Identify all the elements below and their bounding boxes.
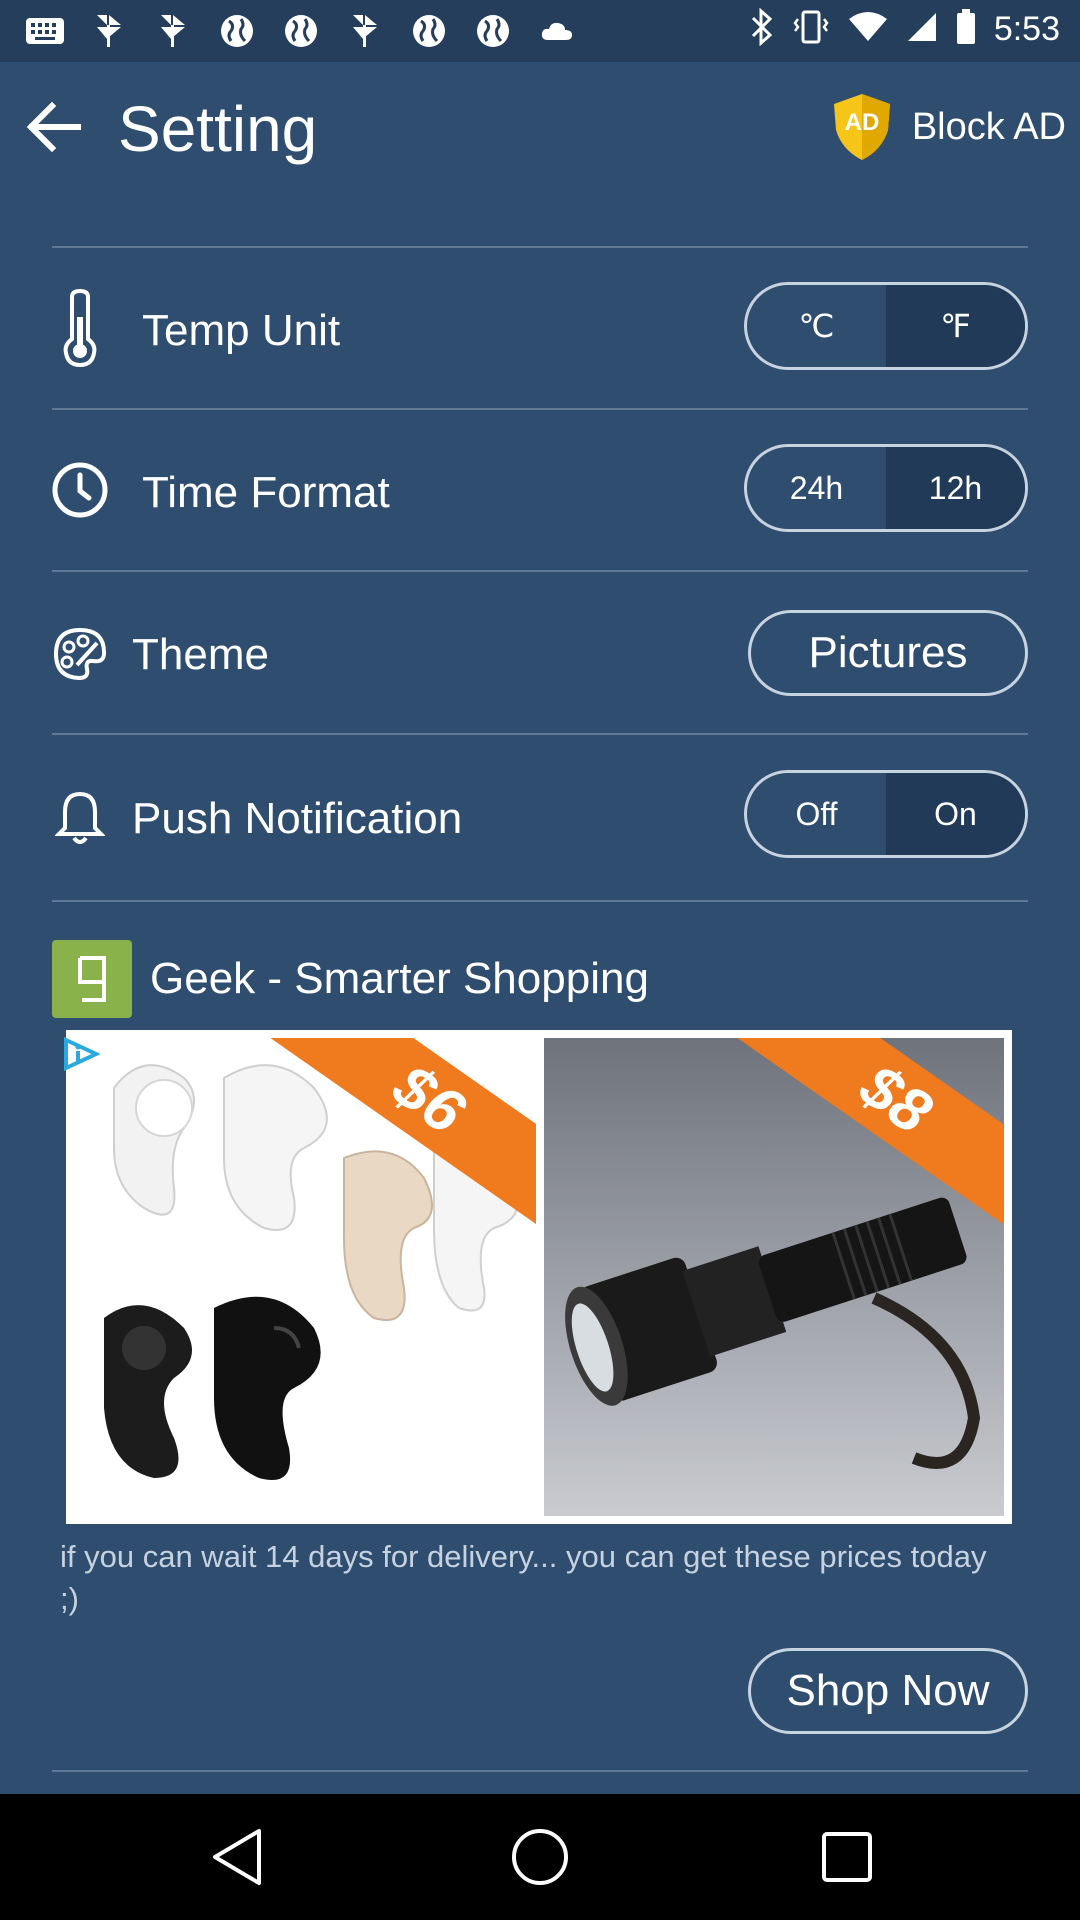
push-notification-label: Push Notification [132, 794, 463, 843]
globe-icon [280, 12, 322, 50]
svg-text:AD: AD [844, 109, 879, 136]
thermometer-icon [52, 289, 108, 367]
ad-header[interactable]: Geek - Smarter Shopping [52, 940, 649, 1018]
back-button[interactable] [24, 98, 82, 156]
setting-row-temp-unit: Temp Unit ℃ ℉ [52, 250, 1028, 410]
nav-recents-button[interactable] [814, 1824, 880, 1890]
off-option[interactable]: Off [747, 773, 886, 855]
pinwheel-icon [344, 12, 386, 50]
bell-icon [52, 780, 108, 856]
theme-label: Theme [132, 630, 269, 679]
time-format-toggle[interactable]: 24h 12h [744, 444, 1028, 532]
time-format-label: Time Format [142, 468, 390, 517]
globe-icon [216, 12, 258, 50]
globe-icon [408, 12, 450, 50]
nav-home-button[interactable] [507, 1824, 573, 1890]
clock-icon [52, 452, 108, 528]
wifi-icon [848, 11, 888, 48]
divider [52, 570, 1028, 572]
24h-option[interactable]: 24h [747, 447, 886, 529]
system-navigation-bar [0, 1794, 1080, 1920]
celsius-option[interactable]: ℃ [747, 285, 886, 367]
temp-unit-toggle[interactable]: ℃ ℉ [744, 282, 1028, 370]
divider [52, 733, 1028, 735]
shield-icon: AD [833, 94, 890, 160]
setting-row-time-format: Time Format 24h 12h [52, 412, 1028, 572]
divider [52, 246, 1028, 248]
nav-back-button[interactable] [204, 1824, 270, 1890]
keyboard-icon [24, 12, 66, 50]
pinwheel-icon [152, 12, 194, 50]
globe-icon [472, 12, 514, 50]
circle-home-icon [512, 1829, 568, 1885]
cloud-icon [536, 12, 578, 50]
shop-now-button[interactable]: Shop Now [748, 1648, 1028, 1734]
palette-icon [52, 616, 108, 692]
page-title: Setting [118, 93, 318, 165]
battery-icon [956, 9, 976, 50]
ad-title: Geek - Smarter Shopping [150, 954, 649, 1003]
theme-selector-button[interactable]: Pictures [748, 610, 1028, 696]
setting-row-push-notification: Push Notification Off On [52, 736, 1028, 896]
divider [52, 900, 1028, 902]
arrow-left-icon [26, 101, 81, 153]
ad-image[interactable]: $6 $8 [66, 1030, 1012, 1524]
divider [52, 1770, 1028, 1772]
earbuds-product-image: $6 [74, 1038, 536, 1516]
geek-logo-icon [52, 940, 132, 1018]
12h-option[interactable]: 12h [886, 447, 1025, 529]
block-ad-label: Block AD [911, 105, 1066, 148]
app-bar: Setting AD Block AD [0, 62, 1080, 192]
block-ad-button[interactable]: AD Block AD [830, 92, 1066, 162]
system-icons: 5:53 [750, 7, 1060, 51]
on-option[interactable]: On [886, 773, 1025, 855]
square-recents-icon [822, 1832, 872, 1882]
adchoices-icon[interactable] [62, 1036, 101, 1072]
setting-row-theme: Theme Pictures [52, 574, 1028, 734]
flashlight-product-image: $8 [544, 1038, 1004, 1516]
vibrate-icon [792, 9, 830, 50]
divider [52, 408, 1028, 410]
fahrenheit-option[interactable]: ℉ [886, 285, 1025, 367]
pinwheel-icon [88, 12, 130, 50]
notification-icons [24, 12, 578, 50]
ad-description: if you can wait 14 days for delivery... … [60, 1539, 987, 1616]
signal-icon [906, 11, 938, 48]
temp-unit-label: Temp Unit [142, 306, 341, 355]
status-bar: 5:53 [0, 0, 1080, 62]
clock-time: 5:53 [993, 10, 1060, 48]
push-notification-toggle[interactable]: Off On [744, 770, 1028, 858]
triangle-back-icon [213, 1829, 261, 1885]
bluetooth-icon [750, 7, 774, 51]
